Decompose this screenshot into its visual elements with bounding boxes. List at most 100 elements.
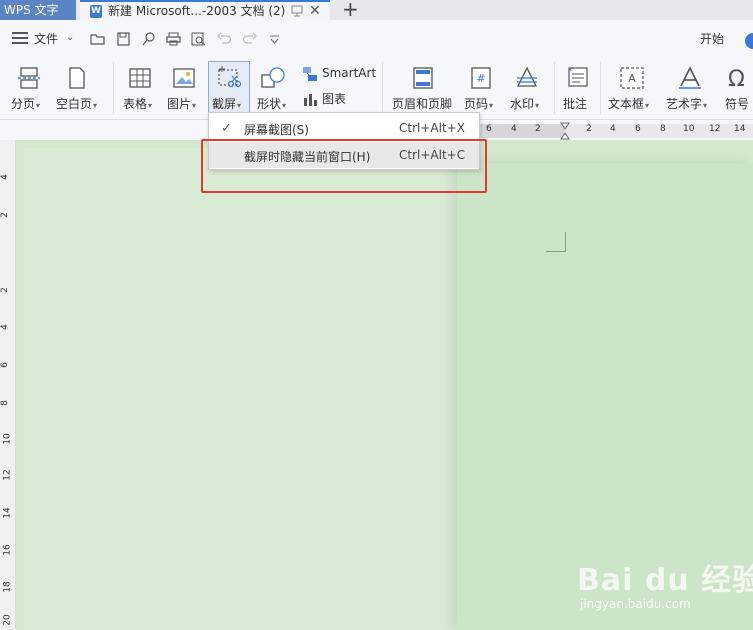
header-footer-icon xyxy=(413,67,433,89)
ribbon-label-header-footer: 页眉和页脚 xyxy=(392,97,453,111)
menu-item-screen-capture[interactable]: ✓ 屏幕截图(S) Ctrl+Alt+X xyxy=(209,115,479,141)
document-page-previous[interactable] xyxy=(24,148,457,630)
tab-bar: WPS 文字 W 新建 Microsoft...-2003 文档 (2) ✕ + xyxy=(0,0,753,20)
svg-text:A: A xyxy=(628,72,636,85)
ribbon-label-watermark: 水印 xyxy=(510,97,535,111)
ruler-number: 18 xyxy=(2,581,13,593)
tab-document[interactable]: W 新建 Microsoft...-2003 文档 (2) ✕ xyxy=(80,0,330,20)
close-tab-icon[interactable]: ✕ xyxy=(309,2,321,20)
export-pdf-icon[interactable] xyxy=(141,32,156,46)
ruler-number: 8 xyxy=(0,400,10,406)
ribbon-label-smartart: SmartArt xyxy=(322,66,377,80)
textbox-button[interactable]: A 文本框▾ xyxy=(606,62,658,112)
blank-page-button[interactable]: 空白页▾ xyxy=(55,62,103,112)
ruler-number: 4 xyxy=(610,124,616,134)
indent-marker-icon[interactable] xyxy=(560,122,570,140)
ruler-number: 6 xyxy=(635,124,641,134)
ribbon-label-page-break: 分页 xyxy=(11,97,36,111)
ribbon-label-comment: 批注 xyxy=(563,97,588,111)
ribbon-divider xyxy=(382,62,383,114)
quick-access-toolbar: 文件 ⌄ 开始 xyxy=(0,20,753,58)
chevron-down-icon[interactable]: ⌄ xyxy=(66,32,74,43)
ruler-number: 12 xyxy=(2,469,13,481)
ruler-number: 14 xyxy=(2,507,13,519)
ribbon-label-symbol: 符号 xyxy=(725,97,750,111)
chart-button[interactable]: 图表 xyxy=(300,88,360,110)
comment-icon: * xyxy=(568,67,588,87)
screenshot-icon xyxy=(218,66,241,88)
chart-icon xyxy=(304,94,317,106)
ruler-number: 16 xyxy=(2,544,13,556)
header-footer-button[interactable]: 页眉和页脚 xyxy=(390,62,456,112)
ribbon-label-picture: 图片 xyxy=(167,97,192,111)
blank-page-icon xyxy=(69,67,85,89)
symbol-button[interactable]: Ω 符号 xyxy=(722,62,753,112)
open-folder-icon[interactable] xyxy=(90,32,105,46)
chevron-down-icon: ▾ xyxy=(282,101,287,110)
shapes-button[interactable]: 形状▾ xyxy=(254,62,294,112)
menu-item-shortcut: Ctrl+Alt+X xyxy=(399,121,465,135)
ribbon-label-blank-page: 空白页 xyxy=(56,97,93,111)
ruler-number: 6 xyxy=(0,362,10,368)
wordart-button[interactable]: 艺术字▾ xyxy=(664,62,716,112)
margin-corner-mark xyxy=(546,232,566,252)
hamburger-menu-icon[interactable] xyxy=(12,32,28,44)
ruler-number: 2 xyxy=(586,124,592,134)
chevron-down-icon: ▾ xyxy=(93,101,98,110)
chevron-down-icon: ▾ xyxy=(535,101,540,110)
ribbon-divider xyxy=(600,62,601,114)
ruler-number: 2 xyxy=(535,124,541,134)
save-icon[interactable] xyxy=(116,32,131,46)
print-preview-icon[interactable] xyxy=(191,32,206,46)
monitor-icon[interactable] xyxy=(291,4,303,18)
file-menu-button[interactable]: 文件 xyxy=(34,31,58,47)
ruler-number: 6 xyxy=(486,124,492,134)
screenshot-button[interactable]: 截屏▾ xyxy=(208,62,250,112)
ruler-number: 2 xyxy=(0,287,10,293)
table-icon xyxy=(129,68,151,88)
menu-item-label: 屏幕截图(S) xyxy=(244,123,309,137)
picture-button[interactable]: 图片▾ xyxy=(164,62,204,112)
watermark-button[interactable]: 水印▾ xyxy=(508,62,548,112)
page-break-button[interactable]: 分页▾ xyxy=(8,62,48,112)
page-number-button[interactable]: # 页码▾ xyxy=(462,62,502,112)
ribbon-label-chart: 图表 xyxy=(322,92,347,106)
ruler-number: 4 xyxy=(0,324,10,330)
svg-text:#: # xyxy=(476,72,485,85)
tab-wps-app[interactable]: WPS 文字 xyxy=(0,0,76,20)
undo-icon[interactable] xyxy=(217,32,232,46)
page-break-icon xyxy=(18,67,40,89)
smartart-icon xyxy=(303,67,317,81)
tab-start[interactable]: 开始 xyxy=(700,31,724,47)
chevron-down-icon: ▾ xyxy=(36,101,41,110)
word-document-icon: W xyxy=(90,5,102,18)
checkmark-icon: ✓ xyxy=(221,121,232,136)
customize-toolbar-icon[interactable] xyxy=(267,32,282,46)
ruler-number: 10 xyxy=(683,124,695,134)
comment-button[interactable]: * 批注 xyxy=(560,62,594,112)
print-icon[interactable] xyxy=(166,32,181,46)
highlight-annotation-box xyxy=(201,139,487,193)
watermark-icon xyxy=(516,66,538,87)
ribbon-label-textbox: 文本框 xyxy=(608,97,645,111)
vertical-ruler[interactable]: 4 2 2 4 6 8 10 12 14 16 18 20 xyxy=(0,140,16,630)
table-button[interactable]: 表格▾ xyxy=(120,62,160,112)
page-number-icon: # xyxy=(471,67,491,89)
wordart-icon xyxy=(679,66,701,89)
ruler-number: 4 xyxy=(0,174,10,180)
ribbon-label-page-number: 页码 xyxy=(464,97,489,111)
ruler-number: 8 xyxy=(660,124,666,134)
chevron-down-icon: ▾ xyxy=(645,101,650,110)
chevron-down-icon: ▾ xyxy=(489,101,494,110)
watermark-brand: Bai du 经验 xyxy=(577,563,753,598)
new-tab-button[interactable]: + xyxy=(342,0,359,20)
chevron-down-icon: ▾ xyxy=(192,101,197,110)
chevron-down-icon: ▾ xyxy=(148,101,153,110)
redo-icon[interactable] xyxy=(242,32,257,46)
ruler-number: 4 xyxy=(511,124,517,134)
chevron-down-icon: ▾ xyxy=(237,101,242,110)
document-tab-title: 新建 Microsoft...-2003 文档 (2) xyxy=(108,4,286,18)
smartart-button[interactable]: SmartArt xyxy=(300,62,378,84)
ruler-number: 10 xyxy=(2,433,13,445)
ruler-number: 2 xyxy=(0,212,10,218)
